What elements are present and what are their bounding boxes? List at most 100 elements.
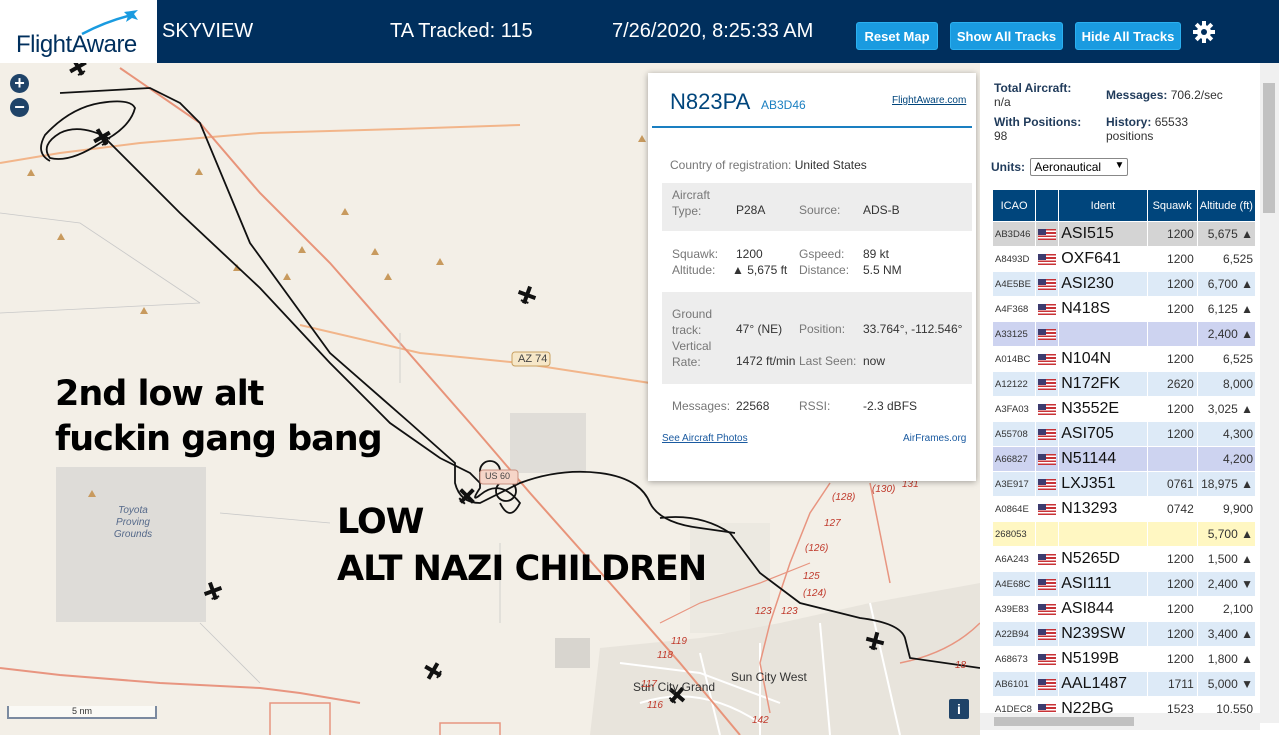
altitude-cell: 4,300 <box>1196 421 1257 447</box>
table-row[interactable]: A12122 N172FK 2620 8,000 <box>991 371 1257 397</box>
zoom-in-button[interactable]: + <box>10 74 29 93</box>
flag-cell <box>1035 596 1060 622</box>
table-row[interactable]: A66827 N51144 4,200 <box>991 446 1257 472</box>
ident-cell: N239SW <box>1058 621 1148 647</box>
road-number: 116 <box>647 700 663 711</box>
us60-label: US 60 <box>485 471 511 481</box>
position-value: 33.764°, -112.546° <box>863 322 963 336</box>
table-row[interactable]: A6A243 N5265D 1200 1,500 ▲ <box>991 546 1257 572</box>
icao-cell: A014BC <box>991 346 1037 372</box>
units-select[interactable]: Aeronautical ▼ <box>1030 158 1129 176</box>
flag-cell <box>1035 346 1060 372</box>
altitude-cell: 6,700 ▲ <box>1196 271 1257 297</box>
road-number: 119 <box>671 636 687 647</box>
distance-label: Distance: <box>799 263 850 277</box>
ident-cell: N418S <box>1058 296 1148 322</box>
table-row[interactable]: A33125 2,400 ▲ <box>991 321 1257 347</box>
road-number: (124) <box>803 588 827 599</box>
col-ident[interactable]: Ident <box>1058 189 1148 222</box>
table-row[interactable]: A0864E N13293 0742 9,900 <box>991 496 1257 522</box>
altitude-cell: 8,000 <box>1196 371 1257 397</box>
col-flag[interactable] <box>1035 189 1060 222</box>
scrollbar-thumb[interactable] <box>1263 83 1275 213</box>
track-box: Ground track: 47° (NE) Position: 33.764°… <box>662 292 972 384</box>
annotation-line-3: LOW <box>337 502 424 542</box>
ident-cell: N51144 <box>1058 446 1148 472</box>
land-area <box>510 413 586 473</box>
squawk-label: Squawk: <box>672 247 719 261</box>
col-icao[interactable]: ICAO <box>991 189 1037 222</box>
us-flag-icon <box>1038 379 1057 391</box>
road-number: (130) <box>872 484 896 495</box>
table-row[interactable]: A014BC N104N 1200 6,525 <box>991 346 1257 372</box>
icao-cell: A66827 <box>991 446 1037 472</box>
horizontal-scrollbar[interactable] <box>980 713 1260 730</box>
squawk-cell: 1200 <box>1146 221 1198 247</box>
icao-cell: A22B94 <box>991 621 1037 647</box>
table-row[interactable]: A3FA03 N3552E 1200 3,025 ▲ <box>991 396 1257 422</box>
with-positions-value: 98 <box>994 129 1008 143</box>
total-aircraft-label: Total Aircraft: <box>994 81 1072 95</box>
ident-cell <box>1058 321 1148 347</box>
flag-cell <box>1035 646 1060 672</box>
info-icon[interactable]: i <box>949 699 969 719</box>
altitude-cell: 3,025 ▲ <box>1196 396 1257 422</box>
table-row[interactable]: A4E68C ASI111 1200 2,400 ▼ <box>991 571 1257 597</box>
logo-text: FlightAware <box>16 31 137 58</box>
us-flag-icon <box>1038 404 1057 416</box>
icao-cell: A4E5BE <box>991 271 1037 297</box>
table-row[interactable]: A68673 N5199B 1200 1,800 ▲ <box>991 646 1257 672</box>
vertical-scrollbar[interactable] <box>1260 63 1279 723</box>
zoom-out-button[interactable]: − <box>10 98 29 117</box>
road-number: 123 <box>755 606 772 617</box>
aircraft-icon[interactable] <box>66 63 91 79</box>
flag-cell <box>1035 396 1060 422</box>
aircraft-icon[interactable] <box>515 283 538 306</box>
flightaware-logo[interactable]: FlightAware <box>0 0 157 63</box>
squawk-cell <box>1146 446 1198 472</box>
show-all-tracks-button[interactable]: Show All Tracks <box>950 22 1063 50</box>
col-altitude[interactable]: Altitude (ft) <box>1196 189 1257 222</box>
table-row[interactable]: A22B94 N239SW 1200 3,400 ▲ <box>991 621 1257 647</box>
aircraft-table-body: AB3D46 ASI515 1200 5,675 ▲ A8493D OXF641 1200 6… <box>991 221 1257 722</box>
see-aircraft-photos-link[interactable]: See Aircraft Photos <box>662 433 748 444</box>
land-area <box>555 638 590 668</box>
flag-cell <box>1035 571 1060 597</box>
table-row[interactable]: AB6101 AAL1487 1711 5,000 ▼ <box>991 671 1257 697</box>
altitude-cell: 18,975 ▲ <box>1196 471 1257 497</box>
ident-cell: N172FK <box>1058 371 1148 397</box>
hide-all-tracks-button[interactable]: Hide All Tracks <box>1075 22 1181 50</box>
scrollbar-thumb[interactable] <box>994 717 1134 726</box>
road-number: 117 <box>641 679 657 690</box>
table-row[interactable]: A8493D OXF641 1200 6,525 <box>991 246 1257 272</box>
us-flag-icon <box>1038 429 1057 441</box>
squawk-cell: 2620 <box>1146 371 1198 397</box>
airframes-link[interactable]: AirFrames.org <box>903 433 966 444</box>
messages-box: Messages: 22568 RSSI: -2.3 dBFS <box>662 393 972 419</box>
squawk-box: Squawk: 1200 Gspeed: 89 kt Altitude: ▲ 5… <box>662 241 972 287</box>
table-row[interactable]: 268053 5,700 ▲ <box>991 521 1257 547</box>
distance-value: 5.5 NM <box>863 263 902 277</box>
gear-icon[interactable] <box>1192 20 1216 44</box>
table-row[interactable]: A3E917 LXJ351 0761 18,975 ▲ <box>991 471 1257 497</box>
aircraft-icon[interactable] <box>421 659 446 684</box>
clock: 7/26/2020, 8:25:33 AM <box>612 20 814 42</box>
source-value: ADS-B <box>863 203 900 217</box>
icao-cell: 268053 <box>991 521 1037 547</box>
flightaware-link[interactable]: FlightAware.com <box>892 95 966 106</box>
table-row[interactable]: A4E5BE ASI230 1200 6,700 ▲ <box>991 271 1257 297</box>
last-seen-label: Last Seen: <box>799 354 857 368</box>
table-row[interactable]: A4F368 N418S 1200 6,125 ▲ <box>991 296 1257 322</box>
squawk-value: 1200 <box>736 247 763 261</box>
squawk-cell: 0761 <box>1146 471 1198 497</box>
table-row[interactable]: A55708 ASI705 1200 4,300 <box>991 421 1257 447</box>
col-squawk[interactable]: Squawk <box>1146 189 1198 222</box>
messages-stat: Messages: 706.2/sec <box>1106 88 1223 102</box>
road-number: (126) <box>805 543 829 554</box>
table-row[interactable]: AB3D46 ASI515 1200 5,675 ▲ <box>991 221 1257 247</box>
table-row[interactable]: A39E83 ASI844 1200 2,100 <box>991 596 1257 622</box>
squawk-cell: 1200 <box>1146 546 1198 572</box>
reset-map-button[interactable]: Reset Map <box>856 22 938 50</box>
altitude-cell: 1,500 ▲ <box>1196 546 1257 572</box>
popup-hex[interactable]: AB3D46 <box>761 98 806 112</box>
